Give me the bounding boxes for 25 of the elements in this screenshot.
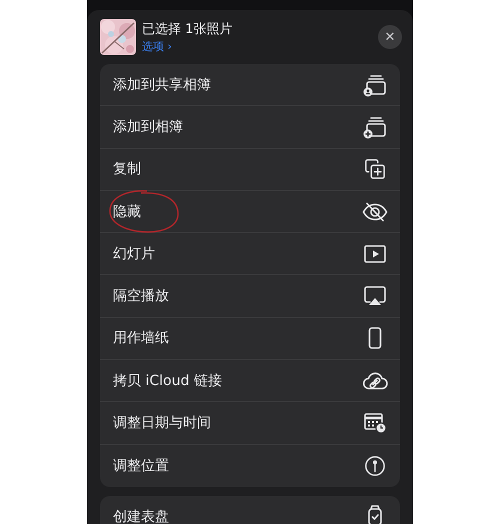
play-icon xyxy=(363,244,387,264)
cloud-link-icon xyxy=(362,370,388,391)
calendar-clock-icon xyxy=(363,412,387,434)
watch-icon xyxy=(366,505,384,524)
menu-item[interactable]: 调整日期与时间 xyxy=(100,402,400,445)
sheet-title: 已选择 1张照片 xyxy=(142,21,234,38)
album-add-icon xyxy=(363,114,387,139)
menu-item[interactable]: 调整位置 xyxy=(100,444,400,487)
phone-icon xyxy=(367,326,383,350)
duplicate-icon xyxy=(364,158,386,180)
menu-item[interactable]: 添加到共享相簿 xyxy=(100,64,400,106)
menu-item[interactable]: 添加到相簿 xyxy=(100,106,400,149)
options-link[interactable]: 选项 › xyxy=(142,39,372,54)
menu-item[interactable]: 复制 xyxy=(100,148,400,191)
menu-item[interactable]: 隐藏 xyxy=(100,190,400,234)
close-button[interactable]: ✕ xyxy=(378,25,402,49)
airplay-icon xyxy=(363,285,387,308)
menu-item[interactable]: 隔空播放 xyxy=(100,275,400,318)
shared-album-icon xyxy=(363,72,387,97)
location-pin-icon xyxy=(364,454,386,477)
menu-item[interactable]: 拷贝 iCloud 链接 xyxy=(100,360,400,402)
menu-item[interactable]: 用作墙纸 xyxy=(100,318,400,360)
menu-item[interactable]: 幻灯片 xyxy=(100,233,400,276)
hidden-eye-icon xyxy=(362,202,388,222)
menu-item[interactable]: 创建表盘 xyxy=(100,496,400,524)
